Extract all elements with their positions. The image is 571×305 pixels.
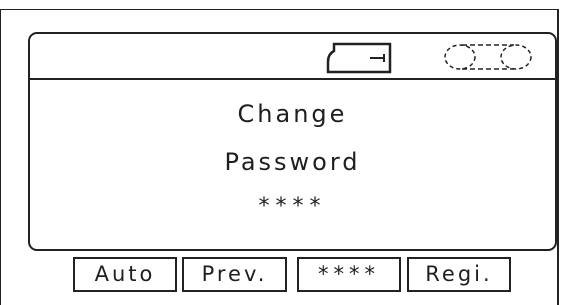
battery-icon [326,42,392,74]
password-mask: **** [258,194,327,219]
message-line-password: Password [224,148,361,176]
register-button[interactable]: Regi. [407,257,511,292]
lcd-screen: Change Password **** [28,32,557,251]
message-line-change: Change [237,100,348,128]
status-bar [30,34,555,80]
prev-button[interactable]: Prev. [182,257,287,292]
auto-button[interactable]: Auto [73,257,177,292]
password-entry-button[interactable]: **** [297,257,401,292]
signal-icon [444,44,532,70]
